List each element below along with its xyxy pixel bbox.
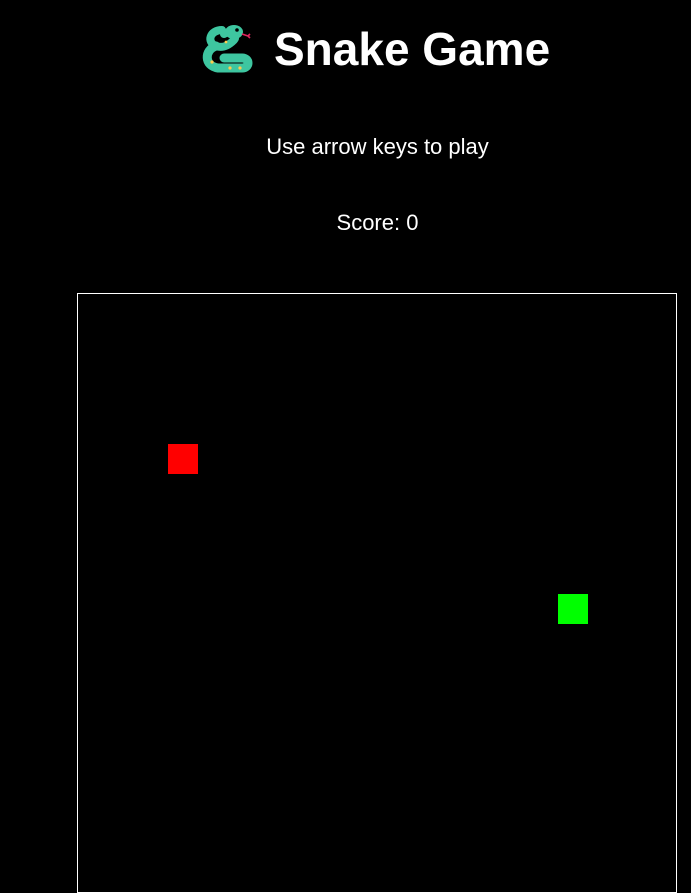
score-value: 0 xyxy=(406,210,419,235)
game-board[interactable] xyxy=(77,293,677,893)
score-display: Score: 0 xyxy=(0,210,691,236)
game-header: Snake Game xyxy=(0,0,691,100)
page-title: Snake Game xyxy=(274,23,551,75)
instructions-text: Use arrow keys to play xyxy=(266,134,489,159)
food-pellet xyxy=(168,444,198,474)
score-label: Score: xyxy=(336,210,401,235)
snake-icon xyxy=(202,25,253,73)
snake-head xyxy=(558,594,588,624)
title-group: Snake Game xyxy=(200,22,550,76)
